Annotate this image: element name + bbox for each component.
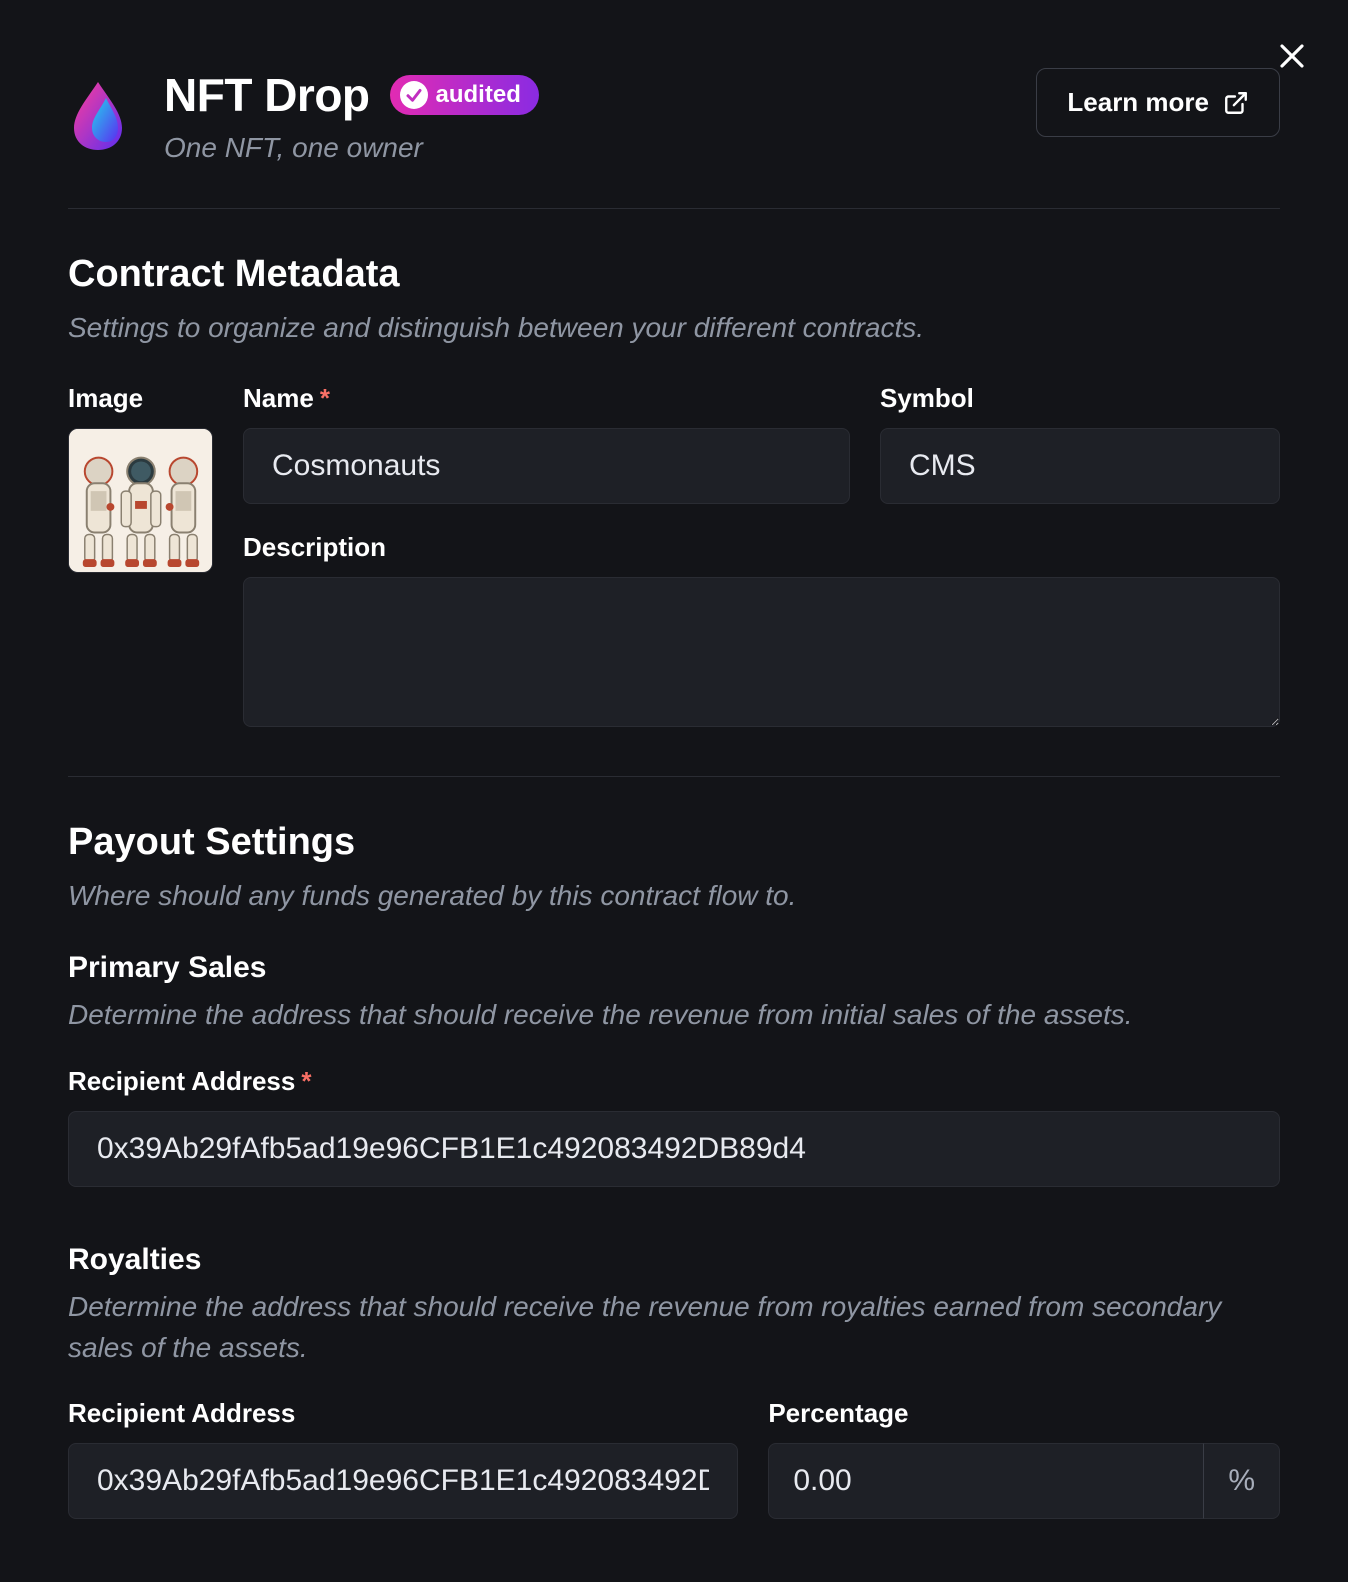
primary-recipient-address-input[interactable]	[68, 1111, 1280, 1187]
percentage-suffix: %	[1203, 1443, 1280, 1519]
image-label: Image	[68, 383, 213, 414]
external-link-icon	[1223, 90, 1249, 116]
description-field-wrapper: Description	[243, 532, 1280, 732]
required-asterisk: *	[301, 1066, 311, 1096]
section-title: Contract Metadata	[68, 253, 1280, 296]
close-icon	[1277, 41, 1307, 71]
symbol-label: Symbol	[880, 383, 1280, 414]
modal-container: NFT Drop audited One NFT, one owner Lear…	[0, 0, 1348, 1582]
percentage-input-wrap: %	[768, 1443, 1280, 1519]
contract-metadata-section: Contract Metadata Settings to organize a…	[68, 253, 1280, 732]
primary-recipient-label: Recipient Address*	[68, 1066, 1280, 1097]
badge-text: audited	[436, 81, 521, 109]
learn-more-label: Learn more	[1067, 87, 1209, 118]
title-block: NFT Drop audited One NFT, one owner	[164, 68, 539, 164]
royalties-address-col: Recipient Address	[68, 1398, 738, 1519]
primary-sales-heading: Primary Sales	[68, 951, 1280, 985]
learn-more-button[interactable]: Learn more	[1036, 68, 1280, 137]
check-icon	[400, 81, 428, 109]
close-button[interactable]	[1272, 36, 1312, 76]
fields-column: Name* Symbol Description	[243, 383, 1280, 732]
royalties-desc: Determine the address that should receiv…	[68, 1287, 1280, 1368]
name-input[interactable]	[243, 428, 850, 504]
name-label-text: Name	[243, 383, 314, 413]
section-desc: Where should any funds generated by this…	[68, 876, 1280, 915]
description-label: Description	[243, 532, 1280, 563]
payout-settings-section: Payout Settings Where should any funds g…	[68, 821, 1280, 1519]
royalties-percentage-col: Percentage %	[768, 1398, 1280, 1519]
title-line: NFT Drop audited	[164, 68, 539, 122]
divider	[68, 776, 1280, 777]
description-textarea[interactable]	[243, 577, 1280, 727]
royalties-recipient-label: Recipient Address	[68, 1398, 738, 1429]
required-asterisk: *	[320, 383, 330, 413]
audited-badge: audited	[390, 75, 539, 115]
royalties-percentage-input[interactable]	[768, 1443, 1203, 1519]
subtitle: One NFT, one owner	[164, 132, 539, 164]
royalties-group: Royalties Determine the address that sho…	[68, 1243, 1280, 1519]
header-left: NFT Drop audited One NFT, one owner	[68, 68, 539, 164]
symbol-input[interactable]	[880, 428, 1280, 504]
image-column: Image	[68, 383, 213, 732]
primary-recipient-label-text: Recipient Address	[68, 1066, 295, 1096]
image-thumbnail[interactable]	[68, 428, 213, 573]
metadata-row: Image	[68, 383, 1280, 732]
name-label: Name*	[243, 383, 850, 414]
symbol-field-wrapper: Symbol	[880, 383, 1280, 504]
flame-icon	[68, 78, 128, 152]
header: NFT Drop audited One NFT, one owner Lear…	[68, 68, 1280, 209]
primary-sales-group: Primary Sales Determine the address that…	[68, 951, 1280, 1187]
name-field-wrapper: Name*	[243, 383, 850, 504]
page-title: NFT Drop	[164, 68, 370, 122]
section-desc: Settings to organize and distinguish bet…	[68, 308, 1280, 347]
royalties-percentage-label: Percentage	[768, 1398, 1280, 1429]
royalties-row: Recipient Address Percentage %	[68, 1398, 1280, 1519]
primary-sales-desc: Determine the address that should receiv…	[68, 995, 1280, 1036]
section-title: Payout Settings	[68, 821, 1280, 864]
name-symbol-row: Name* Symbol	[243, 383, 1280, 504]
royalties-recipient-address-input[interactable]	[68, 1443, 738, 1519]
royalties-heading: Royalties	[68, 1243, 1280, 1277]
